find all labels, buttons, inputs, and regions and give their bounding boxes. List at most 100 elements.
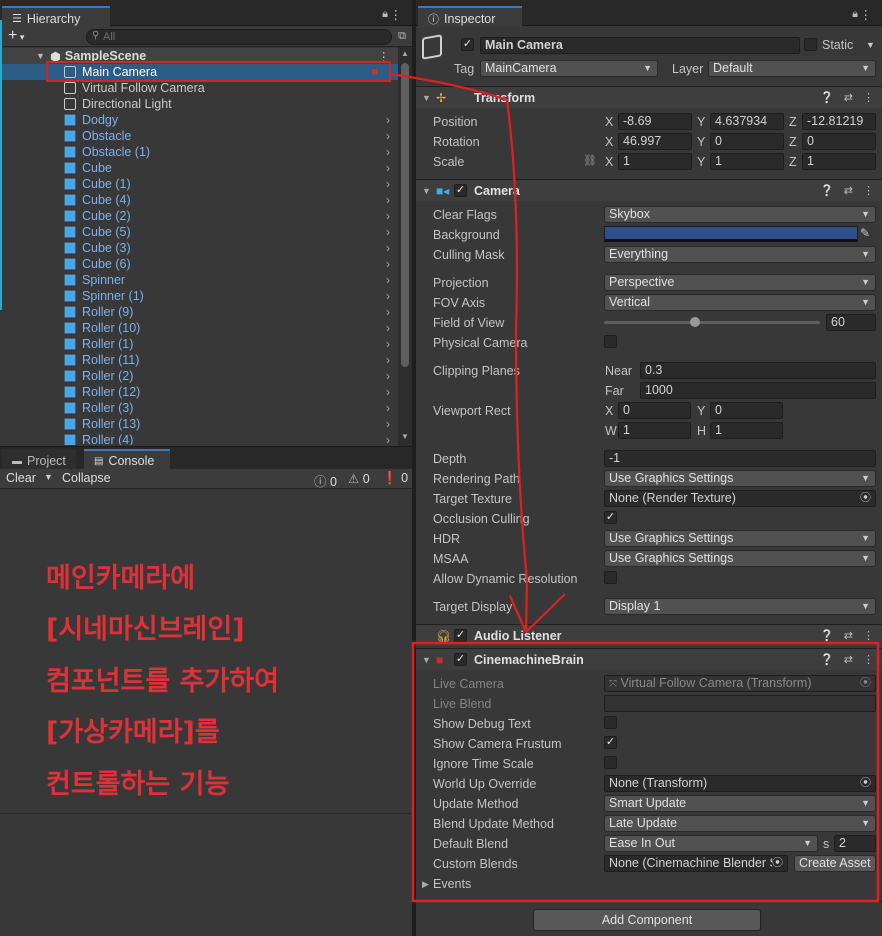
scale-z-field[interactable]: 1 bbox=[802, 153, 876, 170]
chevron-right-icon[interactable]: › bbox=[386, 113, 390, 127]
hierarchy-item[interactable]: Cube (5) › bbox=[0, 224, 398, 240]
add-object-button[interactable]: + ▾ bbox=[8, 27, 24, 46]
hierarchy-scrollbar[interactable]: ▲ ▼ bbox=[398, 47, 412, 446]
cinemachine-brain-header[interactable]: ▼ ■ ✓ CinemachineBrain ❔ ⇄ ⋮ bbox=[416, 648, 882, 670]
fov-axis-dropdown[interactable]: Vertical ▼ bbox=[604, 294, 876, 311]
info-count-toggle[interactable]: ⓘ 0 bbox=[314, 471, 337, 490]
scale-x-field[interactable]: 1 bbox=[618, 153, 692, 170]
warn-count-toggle[interactable]: ⚠ 0 bbox=[348, 471, 370, 486]
dynamic-resolution-checkbox[interactable] bbox=[604, 571, 617, 584]
scrollbar-thumb[interactable] bbox=[401, 63, 409, 367]
chevron-right-icon[interactable]: › bbox=[386, 289, 390, 303]
default-blend-dropdown[interactable]: Ease In Out ▼ bbox=[604, 835, 818, 852]
chevron-right-icon[interactable]: › bbox=[386, 241, 390, 255]
scene-menu-icon[interactable]: ⋮ bbox=[378, 49, 391, 64]
camera-enabled-checkbox[interactable]: ✓ bbox=[454, 184, 467, 197]
presets-icon[interactable]: ⇄ bbox=[844, 91, 853, 104]
clear-flags-dropdown[interactable]: Skybox ▼ bbox=[604, 206, 876, 223]
lock-icon[interactable]: 🔒︎ bbox=[852, 8, 858, 21]
hierarchy-item[interactable]: Roller (1) › bbox=[0, 336, 398, 352]
hdr-dropdown[interactable]: Use Graphics Settings ▼ bbox=[604, 530, 876, 547]
chevron-right-icon[interactable]: › bbox=[386, 433, 390, 445]
viewport-w-field[interactable]: 1 bbox=[618, 422, 691, 439]
object-picker-icon[interactable]: ⦿ bbox=[772, 856, 783, 871]
brain-enabled-checkbox[interactable]: ✓ bbox=[454, 653, 467, 666]
create-asset-button[interactable]: Create Asset bbox=[794, 855, 876, 872]
chevron-right-icon[interactable]: › bbox=[386, 337, 390, 351]
msaa-dropdown[interactable]: Use Graphics Settings ▼ bbox=[604, 550, 876, 567]
object-picker-icon[interactable]: ⦿ bbox=[860, 491, 871, 506]
chevron-right-icon[interactable]: › bbox=[386, 417, 390, 431]
component-menu-icon[interactable]: ⋮ bbox=[863, 91, 874, 104]
rotation-z-field[interactable]: 0 bbox=[802, 133, 876, 150]
custom-blends-field[interactable]: None (Cinemachine Blender S ⦿ bbox=[604, 855, 788, 872]
physical-camera-checkbox[interactable] bbox=[604, 335, 617, 348]
link-icon[interactable]: ⛓ bbox=[583, 154, 597, 167]
scale-y-field[interactable]: 1 bbox=[710, 153, 784, 170]
position-x-field[interactable]: -8.69 bbox=[618, 113, 692, 130]
help-icon[interactable]: ❔ bbox=[820, 91, 834, 104]
scene-visibility-icon[interactable]: ⧉ bbox=[398, 30, 406, 43]
component-menu-icon[interactable]: ⋮ bbox=[863, 184, 874, 197]
far-field[interactable]: 1000 bbox=[640, 382, 876, 399]
clear-options-dropdown[interactable]: ▼ bbox=[44, 472, 53, 482]
hierarchy-item[interactable]: Roller (3) › bbox=[0, 400, 398, 416]
hierarchy-item[interactable]: Roller (9) › bbox=[0, 304, 398, 320]
hierarchy-item[interactable]: Virtual Follow Camera bbox=[0, 80, 398, 96]
help-icon[interactable]: ❔ bbox=[820, 629, 834, 642]
fov-value-field[interactable]: 60 bbox=[826, 314, 876, 331]
chevron-right-icon[interactable]: › bbox=[386, 145, 390, 159]
hierarchy-item[interactable]: Roller (11) › bbox=[0, 352, 398, 368]
chevron-right-icon[interactable]: › bbox=[386, 321, 390, 335]
collapse-button[interactable]: Collapse bbox=[62, 471, 111, 485]
rendering-path-dropdown[interactable]: Use Graphics Settings ▼ bbox=[604, 470, 876, 487]
scene-row[interactable]: ▼ ⬢ SampleScene ⋮ bbox=[0, 48, 398, 64]
hierarchy-item[interactable]: Main Camera ■ bbox=[0, 64, 398, 80]
chevron-right-icon[interactable]: › bbox=[386, 193, 390, 207]
static-checkbox[interactable] bbox=[804, 38, 817, 51]
background-color-swatch[interactable] bbox=[604, 226, 858, 242]
hierarchy-item[interactable]: Cube (4) › bbox=[0, 192, 398, 208]
hierarchy-item[interactable]: Dodgy › bbox=[0, 112, 398, 128]
show-debug-text-checkbox[interactable] bbox=[604, 716, 617, 729]
component-menu-icon[interactable]: ⋮ bbox=[863, 653, 874, 666]
hierarchy-item[interactable]: Cube (3) › bbox=[0, 240, 398, 256]
hierarchy-item[interactable]: Cube (2) › bbox=[0, 208, 398, 224]
chevron-right-icon[interactable]: › bbox=[386, 257, 390, 271]
chevron-right-icon[interactable]: › bbox=[386, 385, 390, 399]
tag-dropdown[interactable]: MainCamera ▼ bbox=[480, 60, 658, 77]
near-field[interactable]: 0.3 bbox=[640, 362, 876, 379]
depth-field[interactable]: -1 bbox=[604, 450, 876, 467]
occlusion-culling-checkbox[interactable]: ✓ bbox=[604, 511, 617, 524]
chevron-right-icon[interactable]: › bbox=[386, 353, 390, 367]
tab-inspector[interactable]: ⓘ Inspector bbox=[418, 6, 522, 27]
blend-update-dropdown[interactable]: Late Update ▼ bbox=[604, 815, 876, 832]
presets-icon[interactable]: ⇄ bbox=[844, 629, 853, 642]
hierarchy-item[interactable]: Roller (2) › bbox=[0, 368, 398, 384]
fov-slider-track[interactable] bbox=[604, 321, 820, 324]
chevron-right-icon[interactable]: › bbox=[386, 161, 390, 175]
hierarchy-item[interactable]: Obstacle › bbox=[0, 128, 398, 144]
presets-icon[interactable]: ⇄ bbox=[844, 184, 853, 197]
more-menu-icon[interactable]: ⋮ bbox=[390, 7, 403, 22]
blend-time-field[interactable]: 2 bbox=[834, 835, 876, 852]
target-display-dropdown[interactable]: Display 1 ▼ bbox=[604, 598, 876, 615]
hierarchy-item[interactable]: Spinner (1) › bbox=[0, 288, 398, 304]
active-checkbox[interactable]: ✓ bbox=[461, 38, 474, 51]
hierarchy-item[interactable]: Spinner › bbox=[0, 272, 398, 288]
audio-listener-checkbox[interactable]: ✓ bbox=[454, 629, 467, 642]
rotation-y-field[interactable]: 0 bbox=[710, 133, 784, 150]
viewport-h-field[interactable]: 1 bbox=[710, 422, 783, 439]
chevron-right-icon[interactable]: › bbox=[386, 225, 390, 239]
fov-slider-thumb[interactable] bbox=[689, 317, 700, 327]
static-dropdown-icon[interactable]: ▼ bbox=[866, 40, 875, 50]
clear-button[interactable]: Clear bbox=[6, 471, 36, 485]
scroll-down-icon[interactable]: ▼ bbox=[401, 432, 409, 441]
hierarchy-item[interactable]: Directional Light bbox=[0, 96, 398, 112]
hierarchy-item[interactable]: Roller (12) › bbox=[0, 384, 398, 400]
hierarchy-item[interactable]: Roller (4) › bbox=[0, 432, 398, 445]
chevron-right-icon[interactable]: › bbox=[386, 177, 390, 191]
projection-dropdown[interactable]: Perspective ▼ bbox=[604, 274, 876, 291]
audio-listener-header[interactable]: 🎧︎ ✓ Audio Listener ❔ ⇄ ⋮ bbox=[416, 624, 882, 646]
help-icon[interactable]: ❔ bbox=[820, 184, 834, 197]
